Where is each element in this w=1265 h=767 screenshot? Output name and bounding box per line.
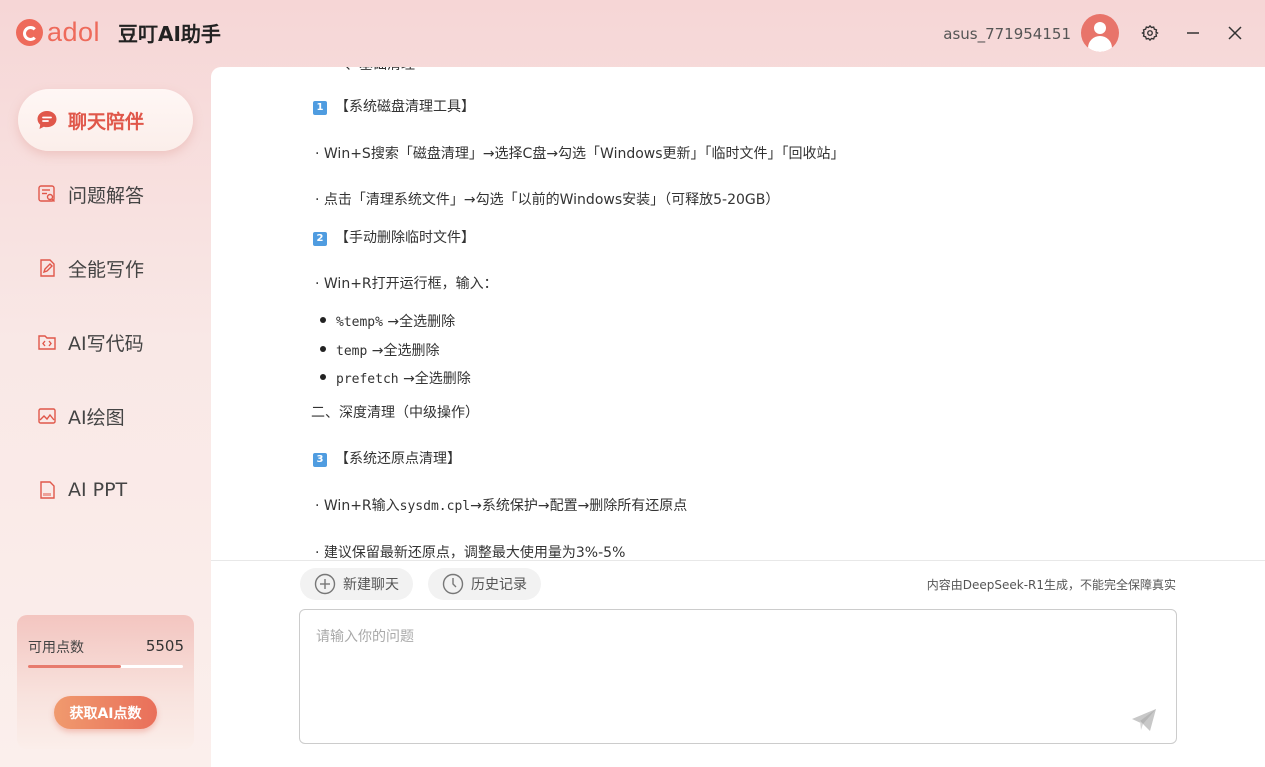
sidebar-item-qa[interactable]: 问题解答 [18,163,193,225]
sidebar-item-writing[interactable]: 全能写作 [18,237,193,299]
sidebar-item-chat[interactable]: 聊天陪伴 [18,89,193,151]
list-item-text: →全选删除 [403,371,471,387]
list-item: prefetch →全选删除 [320,369,471,390]
disclaimer-text: 内容由DeepSeek-R1生成，不能完全保障真实 [926,578,1176,592]
clock-icon [442,573,464,595]
question-input-box [299,609,1177,744]
app-logo: adol [16,19,100,46]
history-label: 历史记录 [471,577,527,593]
content-line: · Win+R输入sysdm.cpl→系统保护→配置→删除所有还原点 [315,496,687,517]
code-text: prefetch [336,372,399,387]
list-item-text: →全选删除 [387,314,456,330]
section-heading: 3 【系统还原点清理】 [313,449,461,469]
sidebar-item-drawing[interactable]: AI绘图 [18,385,193,447]
chat-content: 一、基础清理 1 【系统磁盘清理工具】 · Win+S搜索「磁盘清理」→选择C盘→… [211,67,1265,560]
get-points-button[interactable]: 获取AI点数 [54,696,157,729]
sidebar-item-label: AI PPT [68,479,128,501]
sidebar-item-label: 问题解答 [68,184,145,207]
sidebar-item-label: 聊天陪伴 [68,110,145,133]
points-card: 可用点数 5505 获取AI点数 [17,615,194,749]
points-value: 5505 [145,637,184,655]
content-line: · 点击「清理系统文件」→勾选「以前的Windows安装」（可释放5-20GB） [315,192,780,208]
main-panel: 一、基础清理 1 【系统磁盘清理工具】 · Win+S搜索「磁盘清理」→选择C盘→… [211,67,1265,767]
divider [211,560,1265,561]
new-chat-label: 新建聊天 [343,577,399,593]
heading-text: 【手动删除临时文件】 [335,230,475,246]
section-title: 二、深度清理（中级操作） [311,405,479,421]
list-item-text: →全选删除 [371,343,440,359]
points-label: 可用点数 [28,640,84,656]
plus-circle-icon [314,573,336,595]
content-line: · 建议保留最新还原点，调整最大使用量为3%-5% [315,545,626,560]
logo-text: adol [47,17,101,47]
new-chat-button[interactable]: 新建聊天 [300,568,413,600]
chat-bubble-icon [36,109,58,131]
content-line: · Win+R打开运行框，输入： [315,276,498,292]
minimize-icon [1187,32,1199,34]
code-text: %temp% [336,315,383,330]
picture-icon [36,405,58,427]
list-item: temp →全选删除 [320,341,440,362]
username[interactable]: asus_771954151 [943,23,1071,45]
ppt-file-icon [36,479,58,501]
content-text: →系统保护→配置→删除所有还原点 [470,498,688,514]
question-input[interactable] [300,610,1176,743]
minimize-button[interactable] [1182,22,1204,44]
number-badge: 2 [313,232,327,246]
content-partial-line: 一、基础清理 [331,67,415,75]
title-bar: adol 豆叮AI助手 asus_771954151 [0,0,1265,67]
code-text: sysdm.cpl [399,499,471,514]
sidebar-item-ppt[interactable]: AI PPT [18,459,193,521]
code-text: temp [336,344,368,359]
heading-text: 【系统还原点清理】 [335,451,461,467]
sidebar-item-label: AI写代码 [68,332,144,355]
sidebar-item-label: AI绘图 [68,406,125,429]
points-progress-fill [28,665,121,668]
heading-text: 【系统磁盘清理工具】 [335,99,475,115]
sidebar: 聊天陪伴 问题解答 全能写作 AI写代码 AI绘图 AI PPT 可用点数 55… [0,67,211,767]
gear-icon [1141,24,1159,42]
points-progress-bar [28,665,183,668]
settings-button[interactable] [1139,22,1161,44]
content-line: · Win+S搜索「磁盘清理」→选择C盘→勾选「Windows更新」「临时文件」… [315,146,845,162]
send-button[interactable] [1130,707,1158,733]
section-heading: 1 【系统磁盘清理工具】 [313,97,475,117]
pen-document-icon [36,257,58,279]
close-icon [1228,26,1242,40]
history-button[interactable]: 历史记录 [428,568,541,600]
qa-document-icon [36,183,58,205]
send-icon [1132,709,1156,731]
app-title: 豆叮AI助手 [118,22,221,46]
sidebar-item-code[interactable]: AI写代码 [18,311,193,373]
number-badge: 3 [313,453,327,467]
section-heading: 2 【手动删除临时文件】 [313,228,475,248]
content-text: · Win+R输入 [315,498,400,514]
avatar[interactable] [1081,14,1119,52]
sidebar-item-label: 全能写作 [68,258,145,281]
list-item: %temp% →全选删除 [320,312,455,333]
close-button[interactable] [1224,22,1246,44]
code-folder-icon [36,331,58,353]
number-badge: 1 [313,101,327,115]
logo-icon [16,19,43,46]
